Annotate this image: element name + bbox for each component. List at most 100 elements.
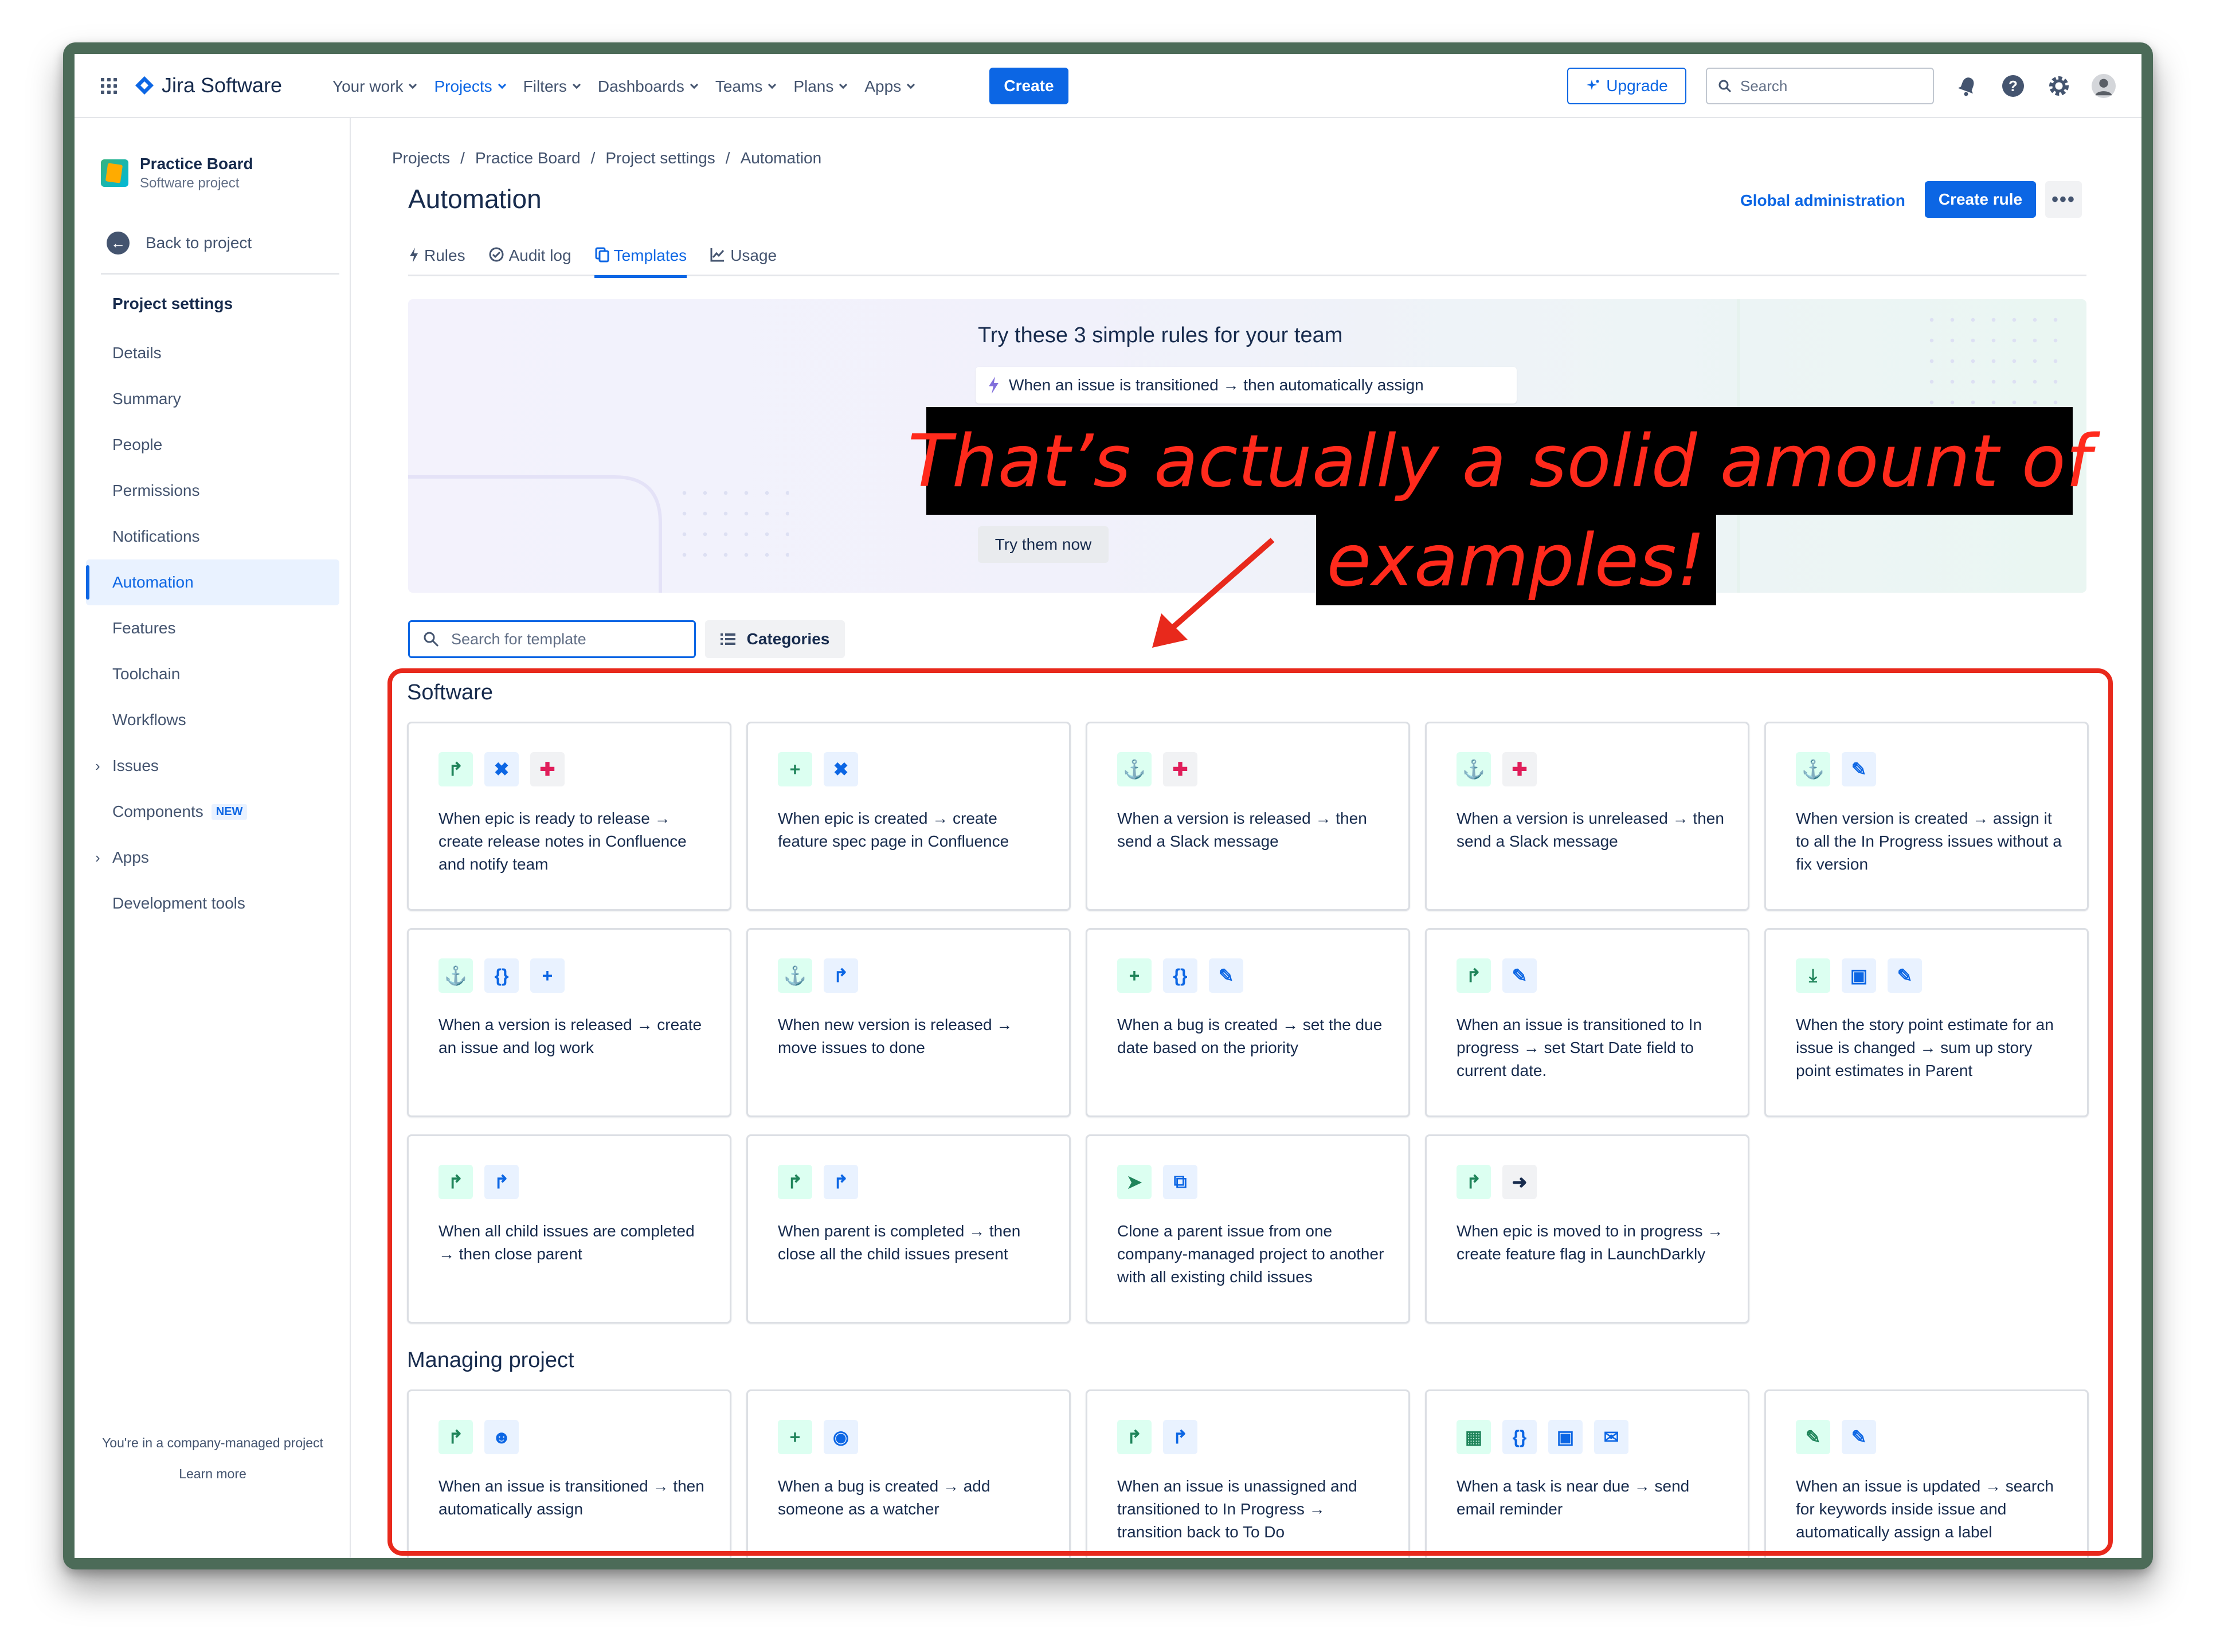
- project-avatar-icon: [101, 159, 128, 187]
- chevron-right-icon: ›: [95, 848, 100, 866]
- sidebar-item-label: Features: [112, 619, 176, 637]
- chevron-down-icon: [572, 80, 581, 89]
- breadcrumb-practice-board[interactable]: Practice Board: [475, 149, 581, 167]
- page-title: Automation: [408, 184, 542, 214]
- nav-dashboards[interactable]: Dashboards: [589, 73, 706, 100]
- user-avatar[interactable]: [2091, 73, 2116, 99]
- chevron-down-icon: [907, 80, 915, 89]
- categories-button[interactable]: Categories: [705, 620, 845, 658]
- sidebar-item-permissions[interactable]: Permissions: [86, 468, 339, 514]
- back-label: Back to project: [146, 234, 252, 252]
- more-actions-button[interactable]: •••: [2045, 181, 2082, 218]
- create-rule-button[interactable]: Create rule: [1925, 181, 2036, 218]
- search-icon: [424, 632, 439, 647]
- company-managed-note: You're in a company-managed project: [102, 1435, 323, 1450]
- sidebar-divider: [101, 273, 339, 275]
- learn-more-link[interactable]: Learn more: [75, 1466, 351, 1482]
- sidebar-item-development-tools[interactable]: Development tools: [86, 880, 339, 926]
- top-navigation: Jira Software Your work Projects Filters…: [75, 54, 2141, 118]
- search-icon: [1718, 80, 1732, 93]
- settings-gear-icon[interactable]: [2046, 73, 2072, 99]
- chevron-down-icon: [768, 80, 777, 89]
- breadcrumb-project-settings[interactable]: Project settings: [605, 149, 715, 167]
- chevron-down-icon: [690, 80, 698, 89]
- sidebar-item-notifications[interactable]: Notifications: [86, 514, 339, 559]
- nav-apps[interactable]: Apps: [855, 73, 923, 100]
- decorative-dots: [674, 483, 789, 563]
- sidebar-item-issues[interactable]: › Issues: [86, 743, 339, 789]
- annotation-highlight-box: [387, 668, 2113, 1556]
- banner-rule-text: When an issue is transitioned → then aut…: [1009, 376, 1424, 394]
- jira-diamond-icon: [135, 76, 154, 95]
- sidebar-item-features[interactable]: Features: [86, 605, 339, 651]
- nav-projects[interactable]: Projects: [425, 73, 514, 100]
- sidebar-item-label: Toolchain: [112, 665, 181, 683]
- annotation-callout-line1: That’s actually a solid amount of: [908, 407, 2091, 515]
- template-search-input[interactable]: Search for template: [408, 620, 696, 658]
- sidebar-nav-list: Details Summary People Permissions Notif…: [86, 330, 339, 926]
- sidebar-item-label: Components: [112, 802, 203, 820]
- project-sidebar: Practice Board Software project ← Back t…: [75, 118, 351, 1558]
- breadcrumb-automation[interactable]: Automation: [741, 149, 822, 167]
- arrow-left-icon: ←: [107, 232, 130, 255]
- sidebar-item-apps[interactable]: › Apps: [86, 835, 339, 880]
- tab-rules[interactable]: Rules: [408, 243, 465, 276]
- chevron-down-icon: [839, 80, 848, 89]
- project-name: Practice Board: [140, 155, 253, 173]
- sidebar-item-label: People: [112, 436, 163, 453]
- lightning-icon: [989, 377, 999, 394]
- tab-usage-label: Usage: [730, 246, 777, 264]
- sidebar-item-details[interactable]: Details: [86, 330, 339, 376]
- sidebar-item-toolchain[interactable]: Toolchain: [86, 651, 339, 697]
- sidebar-section-title: Project settings: [112, 295, 233, 312]
- sidebar-item-people[interactable]: People: [86, 422, 339, 468]
- create-button[interactable]: Create: [989, 68, 1068, 104]
- sidebar-item-automation[interactable]: Automation: [86, 559, 339, 605]
- search-placeholder: Search: [1740, 77, 1788, 95]
- template-search-placeholder: Search for template: [451, 630, 586, 648]
- upgrade-button[interactable]: Upgrade: [1567, 68, 1686, 104]
- breadcrumb-separator: /: [460, 149, 465, 167]
- tab-rules-label: Rules: [424, 246, 465, 264]
- global-administration-link[interactable]: Global administration: [1740, 191, 1905, 210]
- nav-filters[interactable]: Filters: [514, 73, 589, 100]
- back-to-project-link[interactable]: ← Back to project: [107, 232, 252, 255]
- tab-templates[interactable]: Templates: [594, 243, 687, 278]
- sidebar-item-workflows[interactable]: Workflows: [86, 697, 339, 743]
- breadcrumb-projects[interactable]: Projects: [392, 149, 450, 167]
- notifications-icon[interactable]: [1955, 73, 1980, 99]
- help-icon[interactable]: ?: [2000, 73, 2026, 99]
- lightning-icon: [410, 248, 418, 263]
- svg-text:?: ?: [2009, 77, 2018, 95]
- automation-tabs: Rules Audit log Templates Usage: [408, 243, 2086, 278]
- breadcrumb-separator: /: [590, 149, 596, 167]
- nav-filters-label: Filters: [523, 77, 567, 95]
- try-them-now-button[interactable]: Try them now: [978, 526, 1109, 563]
- banner-rule-suggestion[interactable]: When an issue is transitioned → then aut…: [976, 367, 1517, 404]
- project-type: Software project: [140, 175, 240, 191]
- project-header[interactable]: Practice Board Software project: [101, 155, 253, 191]
- nav-teams[interactable]: Teams: [706, 73, 784, 100]
- sidebar-item-label: Details: [112, 344, 162, 362]
- nav-plans[interactable]: Plans: [784, 73, 855, 100]
- banner-title: Try these 3 simple rules for your team: [978, 323, 1343, 347]
- sidebar-item-components[interactable]: Components NEW: [86, 789, 339, 835]
- sidebar-item-summary[interactable]: Summary: [86, 376, 339, 422]
- app-switcher-icon[interactable]: [100, 77, 118, 95]
- global-search-input[interactable]: Search: [1706, 68, 1934, 104]
- nav-dashboards-label: Dashboards: [597, 77, 684, 95]
- main-menu: Your work Projects Filters Dashboards Te…: [323, 73, 923, 100]
- jira-logo[interactable]: Jira Software: [134, 73, 282, 97]
- nav-your-work[interactable]: Your work: [323, 73, 425, 100]
- nav-apps-label: Apps: [864, 77, 902, 95]
- sparkle-icon: [1587, 80, 1599, 90]
- tab-usage[interactable]: Usage: [710, 243, 777, 276]
- nav-your-work-label: Your work: [332, 77, 404, 95]
- nav-teams-label: Teams: [715, 77, 763, 95]
- chevron-right-icon: ›: [95, 757, 100, 774]
- tab-audit-log-label: Audit log: [508, 246, 571, 264]
- sidebar-item-label: Summary: [112, 390, 181, 408]
- tab-audit-log[interactable]: Audit log: [488, 243, 571, 276]
- breadcrumb: Projects / Practice Board / Project settin…: [392, 149, 821, 167]
- nav-projects-label: Projects: [434, 77, 492, 95]
